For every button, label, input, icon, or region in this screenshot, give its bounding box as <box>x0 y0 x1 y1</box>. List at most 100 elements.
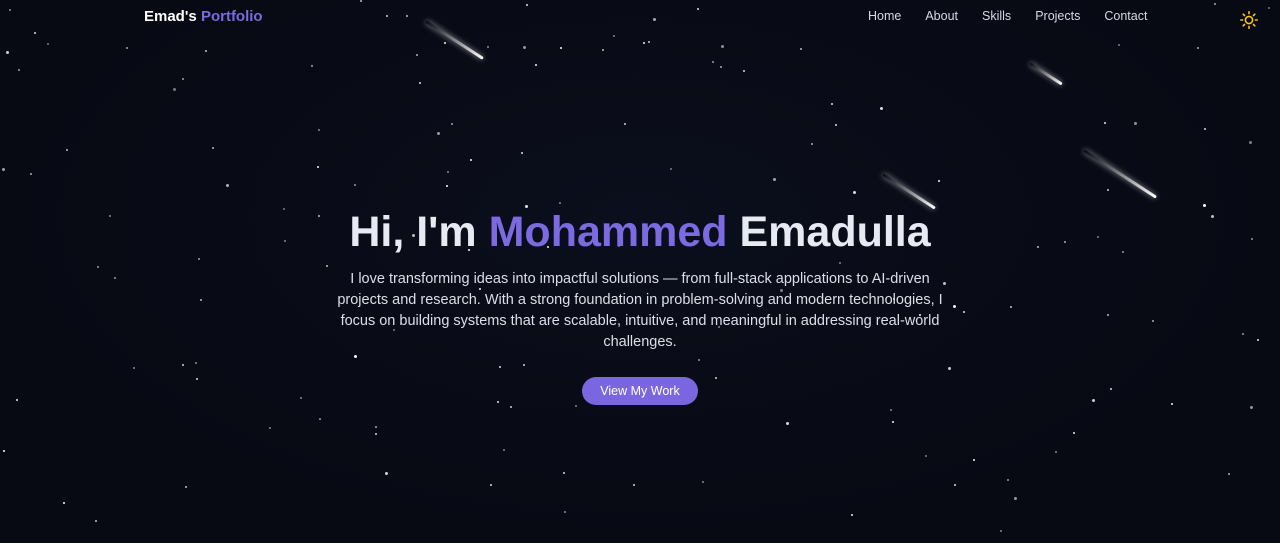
star-dot <box>831 103 833 105</box>
shooting-star <box>1083 149 1157 199</box>
star-dot <box>1204 128 1206 130</box>
star-dot <box>354 184 356 186</box>
star-dot <box>535 64 537 66</box>
star-dot <box>613 35 615 37</box>
star-dot <box>446 185 448 187</box>
star-dot <box>1014 497 1017 500</box>
star-dot <box>226 184 229 187</box>
star-dot <box>269 427 271 429</box>
star-dot <box>1228 473 1230 475</box>
star-dot <box>890 409 892 411</box>
star-dot <box>1073 432 1075 434</box>
shooting-star <box>1029 62 1063 86</box>
star-dot <box>648 41 650 43</box>
hero-heading: Hi, I'm Mohammed Emadulla <box>0 205 1280 259</box>
star-dot <box>95 520 97 522</box>
star-dot <box>173 88 176 91</box>
star-dot <box>470 159 472 161</box>
star-dot <box>311 65 313 67</box>
star-dot <box>521 152 523 154</box>
top-navbar: Emad's Portfolio Home About Skills Proje… <box>0 0 1280 34</box>
star-dot <box>30 173 32 175</box>
star-dot <box>1249 141 1252 144</box>
star-dot <box>811 143 813 145</box>
star-dot <box>973 459 975 461</box>
star-dot <box>880 107 883 110</box>
star-dot <box>212 147 214 149</box>
star-dot <box>318 129 320 131</box>
star-dot <box>2 168 5 171</box>
star-dot <box>624 123 626 125</box>
star-dot <box>126 47 128 49</box>
star-dot <box>564 511 566 513</box>
star-dot <box>487 46 489 48</box>
star-dot <box>375 433 377 435</box>
star-dot <box>633 484 635 486</box>
star-dot <box>523 46 526 49</box>
star-dot <box>721 45 724 48</box>
star-dot <box>835 124 837 126</box>
star-dot <box>892 421 894 423</box>
star-dot <box>559 202 561 204</box>
star-dot <box>1104 122 1106 124</box>
star-dot <box>1197 47 1199 49</box>
star-dot <box>560 47 562 49</box>
star-dot <box>444 42 446 44</box>
star-dot <box>773 178 776 181</box>
theme-toggle-button[interactable] <box>1240 11 1259 30</box>
star-dot <box>853 191 856 194</box>
brand-prefix: Emad's <box>144 8 197 25</box>
star-dot <box>1107 189 1109 191</box>
nav-links: Home About Skills Projects Contact <box>868 9 1171 23</box>
portfolio-page: Emad's Portfolio Home About Skills Proje… <box>0 0 1280 543</box>
star-dot <box>3 450 5 452</box>
hero-intro-text: I love transforming ideas into impactful… <box>337 271 943 350</box>
hero-greeting: Hi, I'm <box>349 208 477 256</box>
star-dot <box>786 422 789 425</box>
star-dot <box>503 449 505 451</box>
star-dot <box>182 78 184 80</box>
star-dot <box>1055 451 1057 453</box>
star-dot <box>800 48 802 50</box>
star-dot <box>447 171 449 173</box>
star-dot <box>720 66 722 68</box>
star-dot <box>437 132 440 135</box>
star-dot <box>451 123 453 125</box>
star-dot <box>712 61 714 63</box>
star-dot <box>702 481 704 483</box>
star-dot <box>925 455 927 457</box>
star-dot <box>743 70 745 72</box>
nav-link-about[interactable]: About <box>925 9 958 23</box>
nav-link-skills[interactable]: Skills <box>982 9 1011 23</box>
star-dot <box>602 49 604 51</box>
hero-last-name: Emadulla <box>739 208 931 256</box>
brand-logo[interactable]: Emad's Portfolio <box>144 8 263 25</box>
star-dot <box>670 168 672 170</box>
star-dot <box>317 166 319 168</box>
star-dot <box>575 405 577 407</box>
sun-icon <box>1240 11 1259 30</box>
star-dot <box>47 43 49 45</box>
star-dot <box>1118 44 1120 46</box>
star-dot <box>63 502 65 504</box>
star-dot <box>375 426 377 428</box>
star-dot <box>851 514 853 516</box>
star-dot <box>1007 479 1009 481</box>
star-dot <box>416 54 418 56</box>
star-dot <box>6 51 9 54</box>
star-dot <box>1250 406 1253 409</box>
nav-link-contact[interactable]: Contact <box>1104 9 1147 23</box>
star-dot <box>490 484 492 486</box>
star-dot <box>185 486 187 488</box>
star-dot <box>66 149 68 151</box>
nav-link-home[interactable]: Home <box>868 9 901 23</box>
view-my-work-button[interactable]: View My Work <box>582 377 698 405</box>
hero-section: Hi, I'm Mohammed Emadulla I love transfo… <box>0 205 1280 405</box>
star-dot <box>385 472 388 475</box>
star-dot <box>643 42 645 44</box>
star-dot <box>18 69 20 71</box>
nav-link-projects[interactable]: Projects <box>1035 9 1080 23</box>
hero-first-name: Mohammed <box>488 208 728 256</box>
star-dot <box>938 180 940 182</box>
star-dot <box>1000 530 1002 532</box>
